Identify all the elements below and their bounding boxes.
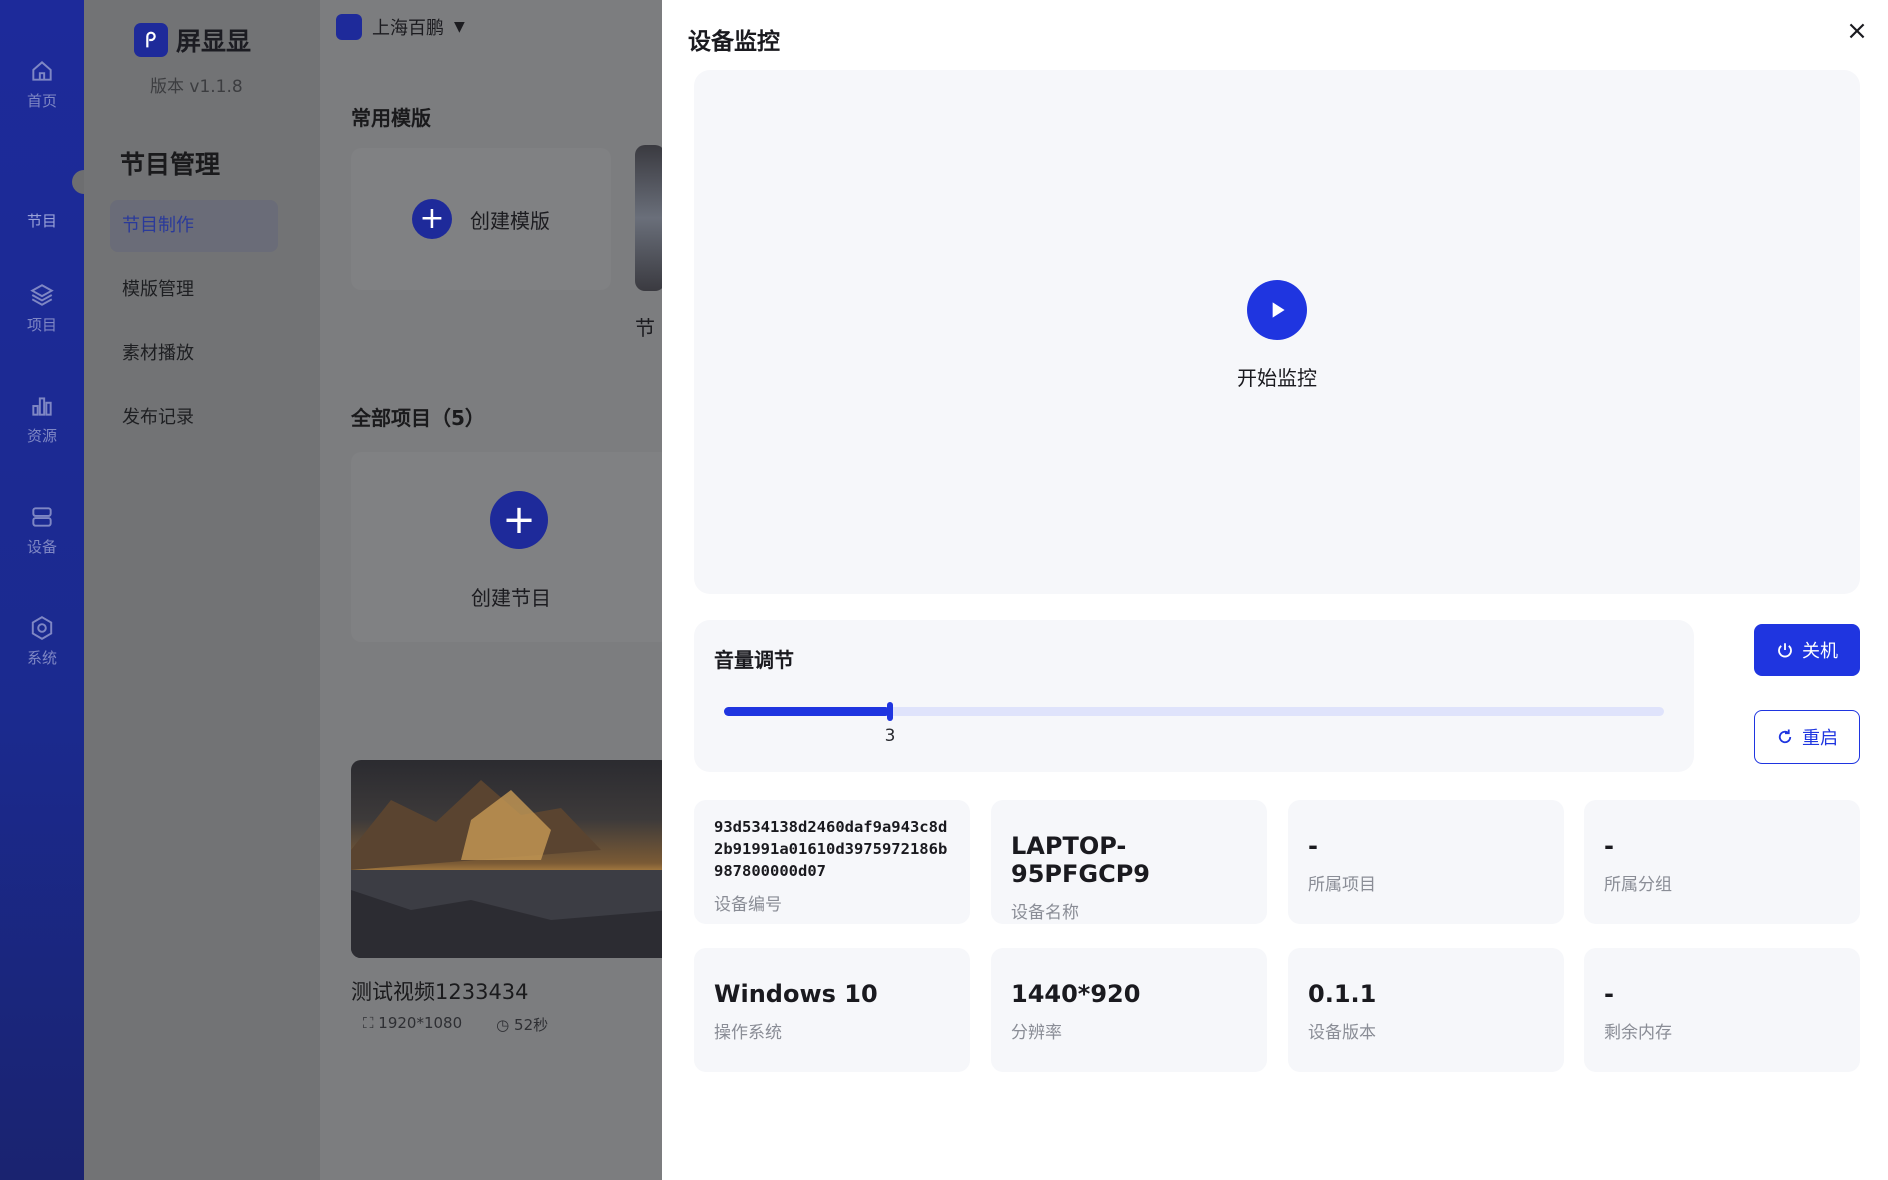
template-preview-caption: 节: [635, 316, 655, 340]
video-title: 测试视频1233434: [351, 980, 529, 1004]
device-version-label: 设备版本: [1308, 1023, 1376, 1043]
template-preview[interactable]: [635, 145, 665, 291]
memory-label: 剩余内存: [1604, 1023, 1672, 1043]
org-name: 上海百鹏: [372, 18, 444, 39]
rail-label: 节目: [26, 212, 57, 230]
device-version-value: 0.1.1: [1308, 980, 1377, 1008]
rail-active-notch: [72, 170, 84, 194]
menu-item-material-play[interactable]: 素材播放: [110, 328, 278, 380]
rail-label: 首页: [26, 92, 57, 110]
rail-label: 系统: [26, 649, 57, 667]
info-card-os: Windows 10 操作系统: [694, 948, 970, 1072]
org-icon: [336, 14, 362, 40]
device-name-label: 设备名称: [1011, 903, 1079, 923]
rail-item-home[interactable]: 首页: [0, 58, 84, 111]
info-card-project: - 所属项目: [1288, 800, 1564, 924]
logo-icon: [134, 23, 168, 57]
device-monitor-drawer: 设备监控 × 开始监控 音量调节 3 关机 重启 93d534138d2460d…: [662, 0, 1888, 1180]
rail-label: 资源: [26, 427, 57, 445]
rail-label: 项目: [26, 316, 57, 334]
nav-rail: 首页 节目 项目 资源 设备 系统: [0, 0, 84, 1180]
group-label: 所属分组: [1604, 875, 1672, 895]
os-value: Windows 10: [714, 980, 878, 1008]
device-icon: [32, 507, 52, 527]
app-version: 版本 v1.1.8: [150, 77, 243, 97]
device-id-label: 设备编号: [714, 895, 782, 915]
all-projects-title: 全部项目（5）: [351, 406, 485, 430]
info-card-group: - 所属分组: [1584, 800, 1860, 924]
volume-slider[interactable]: [724, 702, 1664, 721]
info-card-device-id: 93d534138d2460daf9a943c8d2b91991a01610d3…: [694, 800, 970, 924]
play-icon: [1272, 302, 1285, 318]
resolution-value: 1440*920: [1011, 980, 1141, 1008]
secondary-menu: 屏显显 版本 v1.1.8 节目管理 节目制作 模版管理 素材播放 发布记录: [84, 0, 320, 1180]
app-name: 屏显显: [176, 27, 252, 56]
app-logo: 屏显显: [134, 22, 251, 58]
rail-item-system[interactable]: 系统: [0, 615, 84, 668]
start-monitor-label: 开始监控: [1237, 366, 1317, 390]
create-program-label: 创建节目: [471, 586, 551, 610]
memory-value: -: [1604, 980, 1614, 1008]
fullscreen-icon: ⛶: [363, 1014, 374, 1032]
video-thumbnail[interactable]: [351, 760, 671, 958]
menu-title: 节目管理: [120, 150, 221, 179]
menu-item-program-make[interactable]: 节目制作: [110, 200, 278, 252]
templates-title: 常用模版: [351, 106, 431, 130]
info-card-device-name: LAPTOP-95PFGCP9 设备名称: [991, 800, 1267, 924]
rail-item-device[interactable]: 设备: [0, 504, 84, 557]
device-id-value: 93d534138d2460daf9a943c8d2b91991a01610d3…: [714, 818, 948, 880]
video-meta: ⛶ 1920*1080 ◷ 52秒: [363, 1014, 548, 1035]
rail-label: 设备: [26, 538, 57, 556]
rail-item-project[interactable]: 项目: [0, 282, 84, 335]
power-icon: [1778, 643, 1792, 658]
menu-item-publish-record[interactable]: 发布记录: [110, 392, 278, 444]
volume-slider-handle[interactable]: [887, 702, 893, 721]
create-template-label: 创建模版: [470, 208, 550, 233]
start-monitor-button[interactable]: [1247, 280, 1307, 340]
video-resolution: ⛶ 1920*1080: [363, 1014, 463, 1032]
project-value: -: [1308, 832, 1318, 860]
refresh-icon: [1778, 729, 1792, 744]
modal-title: 设备监控: [688, 29, 780, 55]
monitor-panel: 开始监控: [694, 70, 1860, 594]
volume-slider-fill: [724, 707, 890, 716]
menu-item-template-manage[interactable]: 模版管理: [110, 264, 278, 316]
rail-item-resource[interactable]: 资源: [0, 393, 84, 446]
rail-item-program[interactable]: 节目: [0, 210, 84, 231]
volume-panel: 音量调节 3: [694, 620, 1694, 772]
info-card-resolution: 1440*920 分辨率: [991, 948, 1267, 1072]
restart-button[interactable]: 重启: [1754, 710, 1860, 764]
video-duration: ◷ 52秒: [496, 1016, 549, 1034]
plus-icon: +: [412, 199, 452, 239]
chevron-down-icon: ▼: [454, 19, 465, 35]
device-name-value: LAPTOP-95PFGCP9: [1011, 832, 1150, 888]
layers-icon: [30, 284, 54, 306]
clock-icon: ◷: [496, 1016, 510, 1034]
org-switcher[interactable]: 上海百鹏 ▼: [336, 14, 465, 40]
volume-value: 3: [884, 726, 896, 746]
restart-label: 重启: [1802, 728, 1838, 749]
volume-title: 音量调节: [714, 648, 794, 672]
os-label: 操作系统: [714, 1023, 782, 1043]
resolution-label: 分辨率: [1011, 1023, 1062, 1043]
project-label: 所属项目: [1308, 875, 1376, 895]
shutdown-button[interactable]: 关机: [1754, 624, 1860, 676]
info-card-memory: - 剩余内存: [1584, 948, 1860, 1072]
home-icon: [32, 61, 52, 81]
close-icon[interactable]: ×: [1844, 18, 1870, 44]
plus-icon: +: [490, 491, 548, 549]
create-program-card[interactable]: + 创建节目: [351, 452, 671, 642]
shutdown-label: 关机: [1802, 641, 1838, 662]
settings-icon: [31, 616, 53, 640]
info-card-device-version: 0.1.1 设备版本: [1288, 948, 1564, 1072]
bar-chart-icon: [32, 397, 52, 416]
group-value: -: [1604, 832, 1614, 860]
create-template-card[interactable]: + 创建模版: [351, 148, 611, 290]
